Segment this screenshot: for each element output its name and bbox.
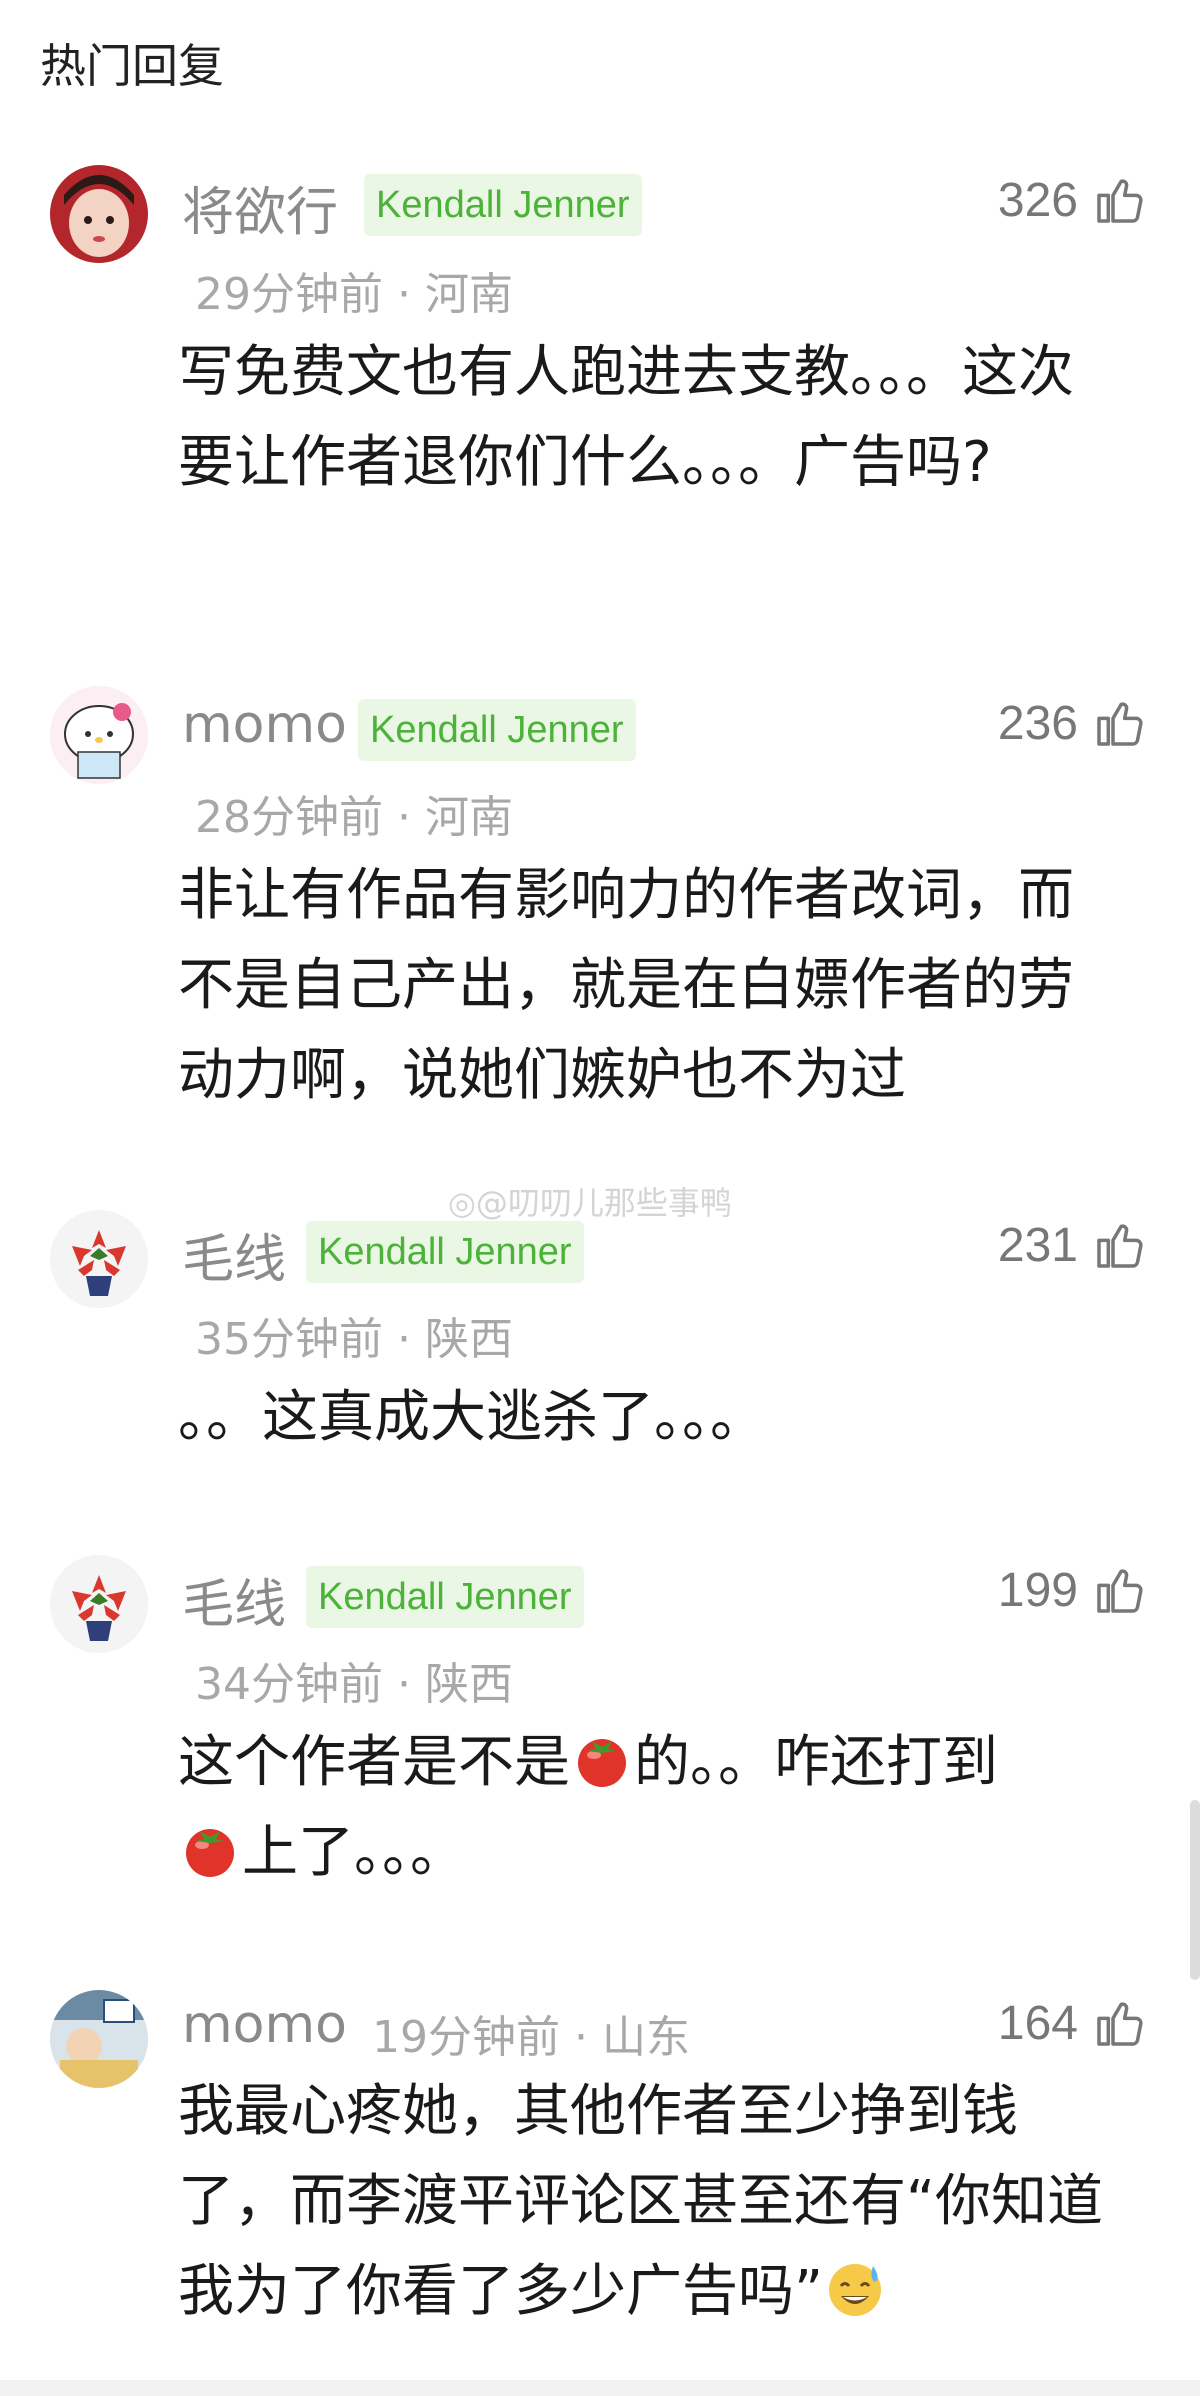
avatar[interactable] [50, 1210, 148, 1308]
comment-text: 这个作者是不是 的。。咋还打到上了。。。 [178, 1718, 1118, 1898]
watermark: ◎@叨叨儿那些事鸭 [448, 1184, 732, 1222]
avatar[interactable] [50, 1555, 148, 1653]
comment-text-part: 的。。咋还打到 [634, 1730, 998, 1795]
avatar[interactable] [50, 165, 148, 263]
avatar[interactable] [50, 1990, 148, 2088]
like-count: 199 [997, 1563, 1078, 1617]
thumbs-up-icon [1097, 702, 1143, 746]
avatar-image [50, 1990, 148, 2088]
like-button[interactable]: 199 [998, 1562, 1148, 1618]
like-button[interactable]: 164 [998, 1995, 1148, 2051]
thumbs-up-icon [1097, 1569, 1143, 1613]
fan-badge: Kendall Jenner [364, 174, 642, 236]
comment-text-part: 这个作者是不是 [178, 1730, 570, 1795]
thumbs-up-icon [1097, 2002, 1143, 2046]
avatar-image [50, 165, 148, 263]
like-button[interactable]: 326 [998, 172, 1148, 228]
comment-meta: 34分钟前 · 陕西 [195, 1659, 513, 1710]
fan-badge: Kendall Jenner [306, 1566, 584, 1628]
comment-text-part: 我最心疼她，其他作者至少挣到钱了，而李渡平评论区甚至还有“你知道我为了你看了多少… [178, 2079, 1104, 2324]
like-button[interactable]: 231 [998, 1217, 1148, 1273]
like-count: 164 [997, 1996, 1078, 2050]
fan-badge: Kendall Jenner [306, 1221, 584, 1283]
tomato-emoji-icon [186, 1829, 234, 1877]
username[interactable]: momo [182, 1995, 347, 2055]
comment-text-part: 上了。。。 [242, 1820, 466, 1885]
username[interactable]: 毛线 [182, 1562, 286, 1637]
comment-text: 写免费文也有人跑进去支教。。。这次要让作者退你们什么。。。广告吗? [178, 340, 1074, 495]
like-count: 326 [997, 173, 1078, 227]
section-title: 热门回复 [40, 39, 224, 93]
comment-text: 我最心疼她，其他作者至少挣到钱了，而李渡平评论区甚至还有“你知道我为了你看了多少… [178, 2067, 1118, 2337]
tomato-emoji-icon [578, 1739, 626, 1787]
thumbs-up-icon [1097, 1224, 1143, 1268]
scrollbar[interactable] [1190, 1800, 1200, 1980]
avatar-image [50, 1210, 148, 1308]
comment-text: 非让有作品有影响力的作者改词，而不是自己产出，就是在白嫖作者的劳动力啊，说她们嫉… [178, 863, 1074, 1108]
comment-meta: 19分钟前 · 山东 [372, 2012, 690, 2063]
username[interactable]: momo [182, 695, 347, 755]
sweat-smile-emoji-icon [829, 2264, 882, 2316]
comment-meta: 29分钟前 · 河南 [195, 269, 513, 320]
bottom-divider [0, 2380, 1200, 2396]
like-count: 231 [997, 1218, 1078, 1272]
avatar-image [50, 686, 148, 784]
thumbs-up-icon [1097, 179, 1143, 223]
comment-text: 。。这真成大逃杀了。。。 [178, 1385, 766, 1450]
username[interactable]: 毛线 [182, 1217, 286, 1292]
like-count: 236 [997, 696, 1078, 750]
like-button[interactable]: 236 [998, 695, 1148, 751]
fan-badge: Kendall Jenner [358, 699, 636, 761]
avatar-image [50, 1555, 148, 1653]
avatar[interactable] [50, 686, 148, 784]
comment-meta: 35分钟前 · 陕西 [195, 1314, 513, 1365]
comment-meta: 28分钟前 · 河南 [195, 792, 513, 843]
username[interactable]: 将欲行 [182, 170, 338, 245]
